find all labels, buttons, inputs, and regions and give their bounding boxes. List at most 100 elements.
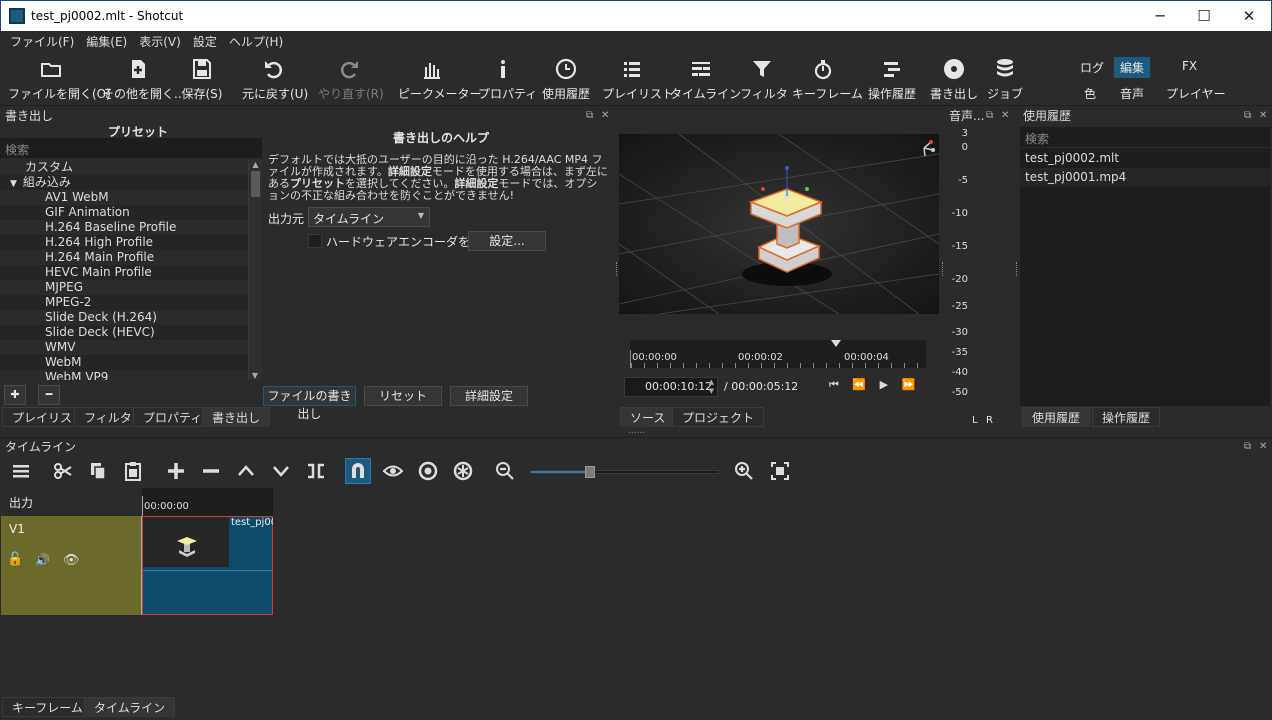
zoom-in-icon[interactable]: [731, 458, 757, 484]
preset-item[interactable]: H.264 Main Profile: [0, 250, 262, 265]
paste-icon[interactable]: [120, 458, 146, 484]
tab-timeline[interactable]: タイムライン: [84, 697, 176, 717]
ripple-all-icon[interactable]: [450, 458, 476, 484]
jobs-button[interactable]: ジョブ: [986, 55, 1024, 105]
spin-arrows-icon[interactable]: ▲ ▼: [709, 378, 714, 396]
tab-source[interactable]: ソース: [620, 407, 676, 427]
zoom-slider[interactable]: [530, 470, 720, 474]
overwrite-icon[interactable]: [268, 458, 294, 484]
playlist-button[interactable]: プレイリスト: [602, 55, 674, 105]
zoom-slider-thumb[interactable]: [585, 466, 595, 478]
preset-item[interactable]: H.264 High Profile: [0, 235, 262, 250]
fast-forward-icon[interactable]: ⏩: [902, 378, 918, 391]
preset-list-scrollbar[interactable]: ▲ ▼: [248, 160, 262, 380]
remove-icon[interactable]: [198, 458, 224, 484]
history-button[interactable]: 操作履歴: [864, 55, 920, 105]
recent-search-input[interactable]: 検索: [1020, 127, 1270, 147]
layout-edit-tab[interactable]: 編集: [1114, 57, 1151, 78]
float-icon[interactable]: ⧉: [1244, 110, 1251, 121]
redo-button[interactable]: やり直す(R): [318, 55, 384, 105]
preset-search-input[interactable]: 検索: [0, 138, 262, 158]
save-button[interactable]: 保存(S): [180, 55, 224, 105]
preset-item[interactable]: HEVC Main Profile: [0, 265, 262, 280]
scroll-up-icon[interactable]: ▲: [249, 160, 262, 169]
close-icon[interactable]: ✕: [1259, 110, 1267, 121]
hw-encoder-checkbox[interactable]: [308, 234, 322, 248]
close-button[interactable]: ✕: [1226, 1, 1272, 31]
player-scrubber[interactable]: 00:00:00 00:00:02 00:00:04: [630, 340, 926, 368]
recent-button[interactable]: 使用履歴: [538, 55, 594, 105]
splitter-handle[interactable]: [616, 262, 619, 276]
export-file-button[interactable]: ファイルの書き出し: [263, 386, 356, 421]
snap-magnet-icon[interactable]: [345, 458, 371, 484]
scrollbar-thumb[interactable]: [251, 171, 260, 197]
float-icon[interactable]: ⧉: [586, 110, 593, 121]
close-icon[interactable]: ✕: [1259, 441, 1267, 452]
timeline-clip[interactable]: test_pj0002: [142, 516, 273, 615]
copy-icon[interactable]: [85, 458, 111, 484]
undo-button[interactable]: 元に戻す(U): [242, 55, 308, 105]
open-file-button[interactable]: ファイルを開く(O): [8, 55, 111, 105]
properties-button[interactable]: プロパティ: [478, 55, 537, 105]
track-header-v1[interactable]: V1 🔓 🔊 👁: [1, 516, 141, 615]
float-icon[interactable]: ⧉: [1244, 441, 1251, 452]
rewind-icon[interactable]: ⏪: [852, 378, 868, 391]
speaker-icon[interactable]: 🔊: [35, 553, 50, 567]
tab-keyframes[interactable]: キーフレーム: [2, 697, 93, 717]
ripple-target-icon[interactable]: [415, 458, 441, 484]
tab-project[interactable]: プロジェクト: [672, 407, 765, 427]
menu-help[interactable]: ヘルプ(H): [223, 31, 289, 51]
play-icon[interactable]: ▶: [880, 378, 890, 391]
category-builtin[interactable]: ▼ 組み込み: [0, 175, 262, 190]
recent-item[interactable]: test_pj0001.mp4: [1020, 168, 1270, 186]
tab-filter[interactable]: フィルタ: [74, 407, 142, 427]
reset-button[interactable]: リセット: [364, 386, 442, 406]
close-icon[interactable]: ✕: [1001, 110, 1009, 121]
splitter-handle[interactable]: [942, 262, 945, 276]
maximize-button[interactable]: ☐: [1181, 1, 1227, 31]
menu-file[interactable]: ファイル(F): [4, 31, 80, 51]
timecode-field[interactable]: 00:00:10:12 ▲ ▼: [624, 377, 718, 397]
preset-item[interactable]: WebM: [0, 355, 262, 370]
preset-item[interactable]: AV1 WebM: [0, 190, 262, 205]
add-preset-button[interactable]: ✚: [4, 385, 26, 405]
menu-edit[interactable]: 編集(E): [80, 31, 133, 51]
configure-button[interactable]: 設定...: [468, 231, 546, 251]
lock-icon[interactable]: 🔓: [7, 552, 23, 567]
lift-icon[interactable]: [233, 458, 259, 484]
preset-item[interactable]: WebM VP9: [0, 370, 262, 380]
append-icon[interactable]: [163, 458, 189, 484]
category-custom[interactable]: カスタム: [0, 160, 262, 175]
eye-icon[interactable]: 👁: [63, 553, 80, 568]
preset-item[interactable]: H.264 Baseline Profile: [0, 220, 262, 235]
menu-settings[interactable]: 設定: [187, 31, 223, 51]
cut-icon[interactable]: [50, 458, 76, 484]
preset-item[interactable]: WMV: [0, 340, 262, 355]
skip-previous-icon[interactable]: ⏮: [829, 378, 841, 391]
preset-item[interactable]: Slide Deck (HEVC): [0, 325, 262, 340]
tab-export[interactable]: 書き出し: [202, 407, 271, 427]
playhead-marker[interactable]: [831, 340, 841, 347]
open-other-button[interactable]: その他を開く..: [102, 55, 182, 105]
zoom-fit-icon[interactable]: [767, 458, 793, 484]
remove-preset-button[interactable]: ━: [38, 385, 60, 405]
float-icon[interactable]: ⧉: [986, 110, 993, 121]
source-select[interactable]: タイムライン ▼: [308, 207, 430, 227]
keyframe-button[interactable]: キーフレーム: [792, 55, 863, 105]
tab-recent[interactable]: 使用履歴: [1022, 407, 1091, 427]
scrub-eye-icon[interactable]: [380, 458, 406, 484]
preset-item[interactable]: MJPEG: [0, 280, 262, 295]
export-button[interactable]: 書き出し: [930, 55, 978, 105]
timeline-ruler[interactable]: 00:00:00: [142, 488, 273, 516]
peak-meter-button[interactable]: ピークメーター: [398, 55, 482, 105]
video-preview[interactable]: [619, 134, 939, 314]
timeline-menu-icon[interactable]: [8, 458, 34, 484]
layout-color-tab[interactable]: 色: [1078, 83, 1102, 104]
advanced-button[interactable]: 詳細設定: [450, 386, 528, 406]
layout-audio-tab[interactable]: 音声: [1114, 83, 1150, 104]
timeline-button[interactable]: タイムライン: [670, 55, 741, 105]
layout-fx-tab[interactable]: FX: [1176, 57, 1203, 75]
recent-item[interactable]: test_pj0002.mlt: [1020, 148, 1270, 168]
tab-history[interactable]: 操作履歴: [1092, 407, 1161, 427]
close-icon[interactable]: ✕: [601, 110, 609, 121]
